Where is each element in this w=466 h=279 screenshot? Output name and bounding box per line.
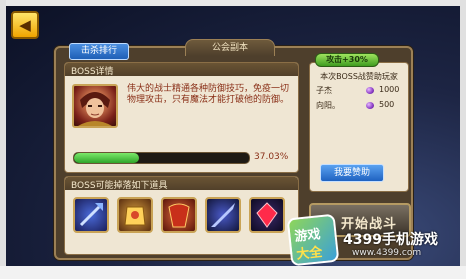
boss-drops-box: BOSS可能掉落如下道具 bbox=[64, 176, 299, 255]
blade-weapon-icon bbox=[211, 203, 235, 227]
device-frame-top bbox=[0, 0, 466, 6]
watermark-brand: 4399手机游戏 bbox=[343, 232, 438, 248]
sponsor-amount: 1000 bbox=[379, 85, 400, 94]
drop-item-trident[interactable] bbox=[73, 197, 109, 233]
game-screen: ◀ 公会副本 击杀排行 BOSS详情 伟大的战士精通各种防御技巧，免疫一切物理攻… bbox=[0, 0, 466, 279]
drop-item-gem[interactable] bbox=[249, 197, 285, 233]
drops-header: BOSS可能掉落如下道具 bbox=[65, 177, 298, 191]
boss-details-title: BOSS详情 bbox=[71, 67, 114, 77]
sponsor-amount: 500 bbox=[379, 100, 395, 109]
gold-armor-icon bbox=[124, 206, 146, 226]
device-frame-bottom bbox=[0, 266, 466, 279]
red-cloak-icon bbox=[168, 203, 190, 228]
boss-portrait bbox=[72, 84, 118, 128]
device-frame-right bbox=[460, 0, 466, 279]
purple-gem-icon bbox=[366, 87, 374, 94]
kill-ranking-tab[interactable]: 击杀排行 bbox=[69, 43, 129, 60]
drop-item-blade[interactable] bbox=[205, 197, 241, 233]
sponsor-row: 子杰 1000 bbox=[314, 85, 404, 97]
sponsor-title: 本次BOSS战赞助玩家 bbox=[320, 72, 398, 81]
boss-description: 伟大的战士精通各种防御技巧，免疫一切物理攻击，只有魔法才能打破他的防御。 bbox=[127, 84, 290, 105]
back-arrow-icon: ◀ bbox=[19, 15, 31, 34]
drops-title: BOSS可能掉落如下道具 bbox=[71, 181, 168, 191]
boss-progress-percent: 37.03% bbox=[254, 152, 289, 162]
device-frame-left bbox=[0, 0, 6, 279]
red-gem-icon bbox=[256, 202, 278, 228]
watermark-logo: 游戏 大全 bbox=[286, 213, 340, 267]
boss-health-bar bbox=[73, 152, 250, 164]
boss-details-box: BOSS详情 伟大的战士精通各种防御技巧，免疫一切物理攻击，只有魔法才能打破他的… bbox=[64, 62, 299, 173]
sponsor-row: 向阳。 500 bbox=[314, 100, 404, 112]
attack-bonus-badge: 攻击+30% bbox=[315, 53, 379, 67]
sponsor-name: 向阳。 bbox=[316, 101, 340, 110]
drop-item-cloak[interactable] bbox=[161, 197, 197, 233]
sponsor-name: 子杰 bbox=[316, 86, 332, 95]
drop-item-armor[interactable] bbox=[117, 197, 153, 233]
watermark-logo-line2: 大全 bbox=[295, 245, 324, 263]
boss-health-fill bbox=[74, 153, 139, 163]
panel-title: 公会副本 bbox=[185, 39, 275, 56]
purple-gem-icon bbox=[366, 102, 374, 109]
watermark-url: www.4399.com bbox=[352, 248, 422, 258]
sponsor-button[interactable]: 我要赞助 bbox=[320, 164, 384, 182]
boss-details-header: BOSS详情 bbox=[65, 63, 298, 77]
trident-weapon-icon bbox=[79, 203, 103, 227]
back-button[interactable]: ◀ bbox=[11, 11, 39, 39]
